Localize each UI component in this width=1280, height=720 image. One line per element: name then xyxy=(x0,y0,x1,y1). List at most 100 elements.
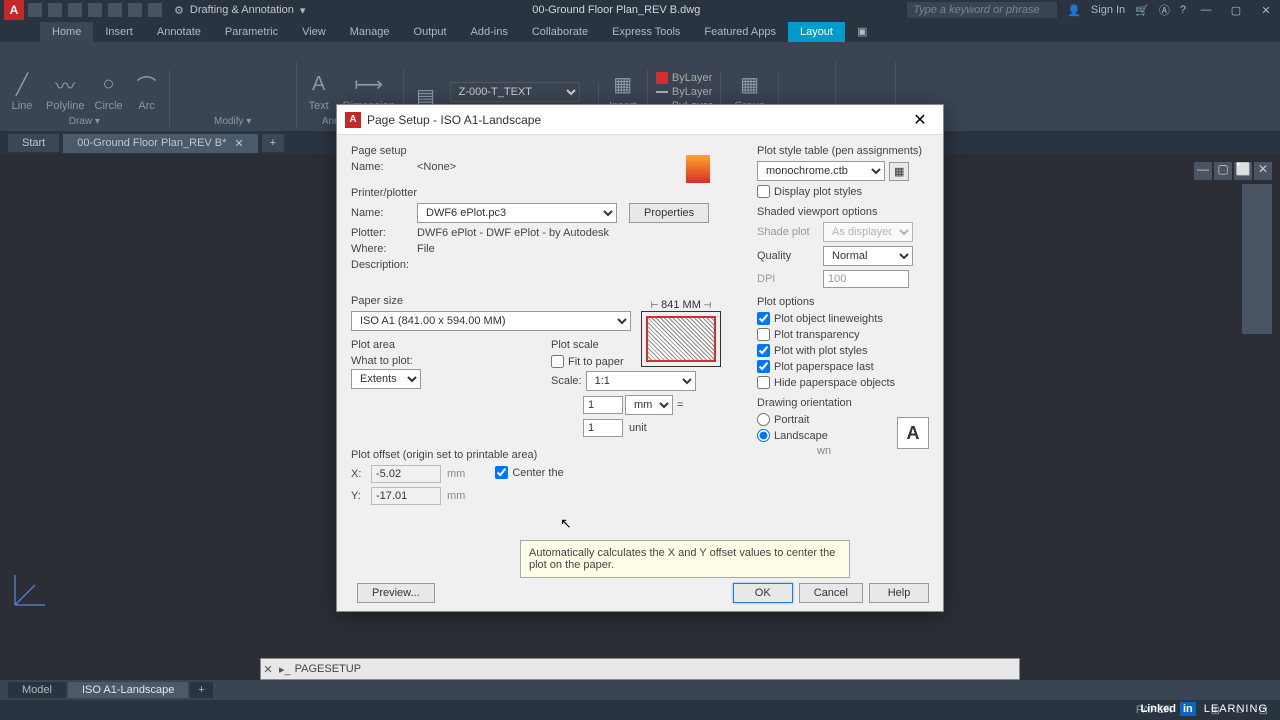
group-plot-area: Plot area What to plot: Extents xyxy=(351,339,531,441)
file-tab-groundfloor[interactable]: 00-Ground Floor Plan_REV B*✕ xyxy=(63,134,257,153)
user-icon[interactable]: 👤 xyxy=(1067,4,1081,17)
properties-button[interactable]: Properties xyxy=(629,203,709,223)
window-minimize[interactable]: — xyxy=(1196,4,1216,16)
equals-label: = xyxy=(677,399,683,411)
plot-style-edit-button[interactable]: ▦ xyxy=(889,162,909,181)
window-close[interactable]: ✕ xyxy=(1256,4,1276,17)
plot-lineweights-checkbox[interactable]: Plot object lineweights xyxy=(757,312,929,325)
ribbon-label: Polyline xyxy=(46,100,85,112)
linetype-icon[interactable] xyxy=(656,91,668,93)
help-icon[interactable]: ? xyxy=(1180,4,1186,16)
bylayer-text: ByLayer xyxy=(672,72,712,84)
tab-layout[interactable]: Layout xyxy=(788,22,845,42)
scale-unit-combo[interactable]: mm xyxy=(625,395,673,415)
ribbon-group-label[interactable]: Draw ▾ xyxy=(69,116,100,127)
qat-plot-icon[interactable] xyxy=(108,3,122,17)
vp-close-icon[interactable]: ✕ xyxy=(1254,162,1272,180)
label-shade-plot: Shade plot xyxy=(757,226,823,238)
window-maximize[interactable]: ▢ xyxy=(1226,4,1246,17)
offset-x-input[interactable] xyxy=(371,465,441,483)
group-shaded-viewport: Shaded viewport options Shade plotAs dis… xyxy=(757,206,929,288)
vp-minimize-icon[interactable]: — xyxy=(1194,162,1212,180)
ribbon-group-label[interactable]: Modify ▾ xyxy=(214,116,251,127)
file-tab-add[interactable]: + xyxy=(262,134,284,152)
ok-button[interactable]: OK xyxy=(733,583,793,603)
landscape-radio[interactable]: Landscape xyxy=(757,429,897,442)
group-icon: ▦ xyxy=(736,70,764,98)
help-button[interactable]: Help xyxy=(869,583,929,603)
tab-manage[interactable]: Manage xyxy=(338,22,402,42)
plot-transparency-checkbox[interactable]: Plot transparency xyxy=(757,328,929,341)
vp-maximize-icon[interactable]: ⬜ xyxy=(1234,162,1252,180)
tab-insert[interactable]: Insert xyxy=(93,22,145,42)
workspace-switcher[interactable]: ⚙ Drafting & Annotation ▾ xyxy=(174,4,305,17)
checkbox-label: Hide paperspace objects xyxy=(774,377,895,389)
ribbon-label: Circle xyxy=(95,100,123,112)
printer-name-combo[interactable]: DWF6 ePlot.pc3 xyxy=(417,203,617,223)
draw-circle-button[interactable]: ○ Circle xyxy=(95,70,123,112)
scale-value-1[interactable] xyxy=(583,396,623,414)
tab-home[interactable]: Home xyxy=(40,22,93,42)
dialog-close-button[interactable]: ✕ xyxy=(905,110,935,130)
search-input[interactable]: Type a keyword or phrase xyxy=(907,2,1057,18)
file-tab-start[interactable]: Start xyxy=(8,134,59,152)
group-heading: Shaded viewport options xyxy=(757,206,929,218)
layout-tab-model[interactable]: Model xyxy=(8,682,66,698)
cancel-button[interactable]: Cancel xyxy=(799,583,863,603)
plot-paperspace-checkbox[interactable]: Plot paperspace last xyxy=(757,360,929,373)
label-y: Y: xyxy=(351,490,371,502)
cmdline-close-icon[interactable]: ✕ xyxy=(261,663,275,676)
tooltip: Automatically calculates the X and Y off… xyxy=(520,540,850,578)
draw-arc-button[interactable]: ⌒Arc xyxy=(133,70,161,112)
vp-restore-icon[interactable]: ▢ xyxy=(1214,162,1232,180)
portrait-radio[interactable]: Portrait xyxy=(757,413,897,426)
preview-button[interactable]: Preview... xyxy=(357,583,435,603)
qat-open-icon[interactable] xyxy=(48,3,62,17)
color-swatch-icon[interactable] xyxy=(656,72,668,84)
navigation-bar[interactable] xyxy=(1242,184,1272,334)
app-icon[interactable]: Ⓐ xyxy=(1159,2,1170,18)
plot-area-combo[interactable]: Extents xyxy=(351,369,421,389)
tab-annotate[interactable]: Annotate xyxy=(145,22,213,42)
qat-undo-icon[interactable] xyxy=(128,3,142,17)
ribbon-group-draw: ╱Line 〰Polyline ○ Circle ⌒Arc Draw ▾ xyxy=(8,70,170,127)
display-plot-styles-checkbox[interactable]: Display plot styles xyxy=(757,185,929,198)
ribbon-group-modify: Modify ▾ xyxy=(178,62,297,127)
paper-size-combo[interactable]: ISO A1 (841.00 x 594.00 MM) xyxy=(351,311,631,331)
draw-line-button[interactable]: ╱Line xyxy=(8,70,36,112)
qat-new-icon[interactable] xyxy=(28,3,42,17)
circle-icon: ○ xyxy=(95,70,123,98)
dialog-titlebar: A Page Setup - ISO A1-Landscape ✕ xyxy=(337,105,943,135)
tab-view[interactable]: View xyxy=(290,22,338,42)
tab-featured[interactable]: Featured Apps xyxy=(692,22,788,42)
command-line[interactable]: ✕ ▸_ PAGESETUP xyxy=(260,658,1020,680)
center-plot-checkbox[interactable]: Center the xyxy=(495,466,563,479)
tab-output[interactable]: Output xyxy=(402,22,459,42)
layer-combo[interactable]: Z-000-T_TEXT xyxy=(450,82,580,102)
tab-extra-icon[interactable]: ▣ xyxy=(845,21,879,42)
cart-icon[interactable]: 🛒 xyxy=(1135,4,1149,17)
plot-style-combo[interactable]: monochrome.ctb xyxy=(757,161,885,181)
hide-paperspace-checkbox[interactable]: Hide paperspace objects xyxy=(757,376,929,389)
tab-parametric[interactable]: Parametric xyxy=(213,22,290,42)
file-tab-close-icon[interactable]: ✕ xyxy=(234,137,243,150)
layout-tab-iso-a1[interactable]: ISO A1-Landscape xyxy=(68,682,188,698)
signin-link[interactable]: Sign In xyxy=(1091,4,1125,16)
tab-collaborate[interactable]: Collaborate xyxy=(520,22,600,42)
offset-y-input[interactable] xyxy=(371,487,441,505)
group-heading: Plot options xyxy=(757,296,929,308)
tab-addins[interactable]: Add-ins xyxy=(459,22,520,42)
chevron-down-icon: ▾ xyxy=(300,4,306,17)
text-button[interactable]: AText xyxy=(305,70,333,112)
tab-express[interactable]: Express Tools xyxy=(600,22,692,42)
qat-saveas-icon[interactable] xyxy=(88,3,102,17)
layout-tabs: Model ISO A1-Landscape + xyxy=(0,680,1280,700)
scale-value-2[interactable] xyxy=(583,419,623,437)
draw-polyline-button[interactable]: 〰Polyline xyxy=(46,70,85,112)
plot-styles-checkbox[interactable]: Plot with plot styles xyxy=(757,344,929,357)
qat-redo-icon[interactable] xyxy=(148,3,162,17)
app-logo: A xyxy=(4,0,24,20)
qat-save-icon[interactable] xyxy=(68,3,82,17)
layout-tab-add[interactable]: + xyxy=(190,682,212,698)
quality-combo[interactable]: Normal xyxy=(823,246,913,266)
